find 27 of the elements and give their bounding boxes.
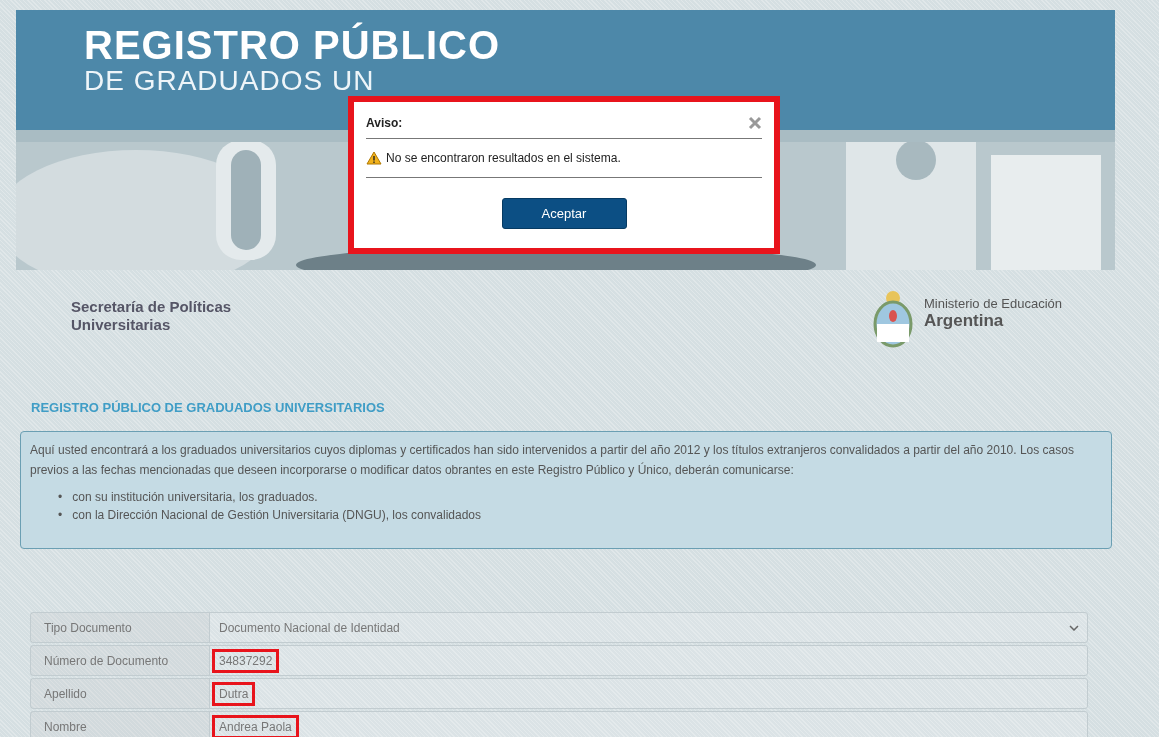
info-bullet: con su institución universitaria, los graduados. [72,489,318,506]
bullet-marker: • [58,507,63,524]
dialog-title: Aviso: [366,116,403,130]
input-field[interactable]: Andrea Paola [212,714,299,737]
input-field[interactable]: Dutra [212,681,256,706]
ministry-name: Ministerio de Educación [923,296,1062,311]
info-paragraph: Aquí usted encontrará a los graduados universitarios cuyos diplomas y certificados han sido intervenidos a partir del año 2012 y los títulos extranjeros convalidados a partir del año 2010. Los casos previos a las fechas mencionadas que deseen incorporarse o modificar datos obrantes en este Registro Público y Único, deberán comunicarse: [30,442,1075,479]
country-name: Argentina [923,311,1005,331]
info-bullet: con la Dirección Nacional de Gestión Universitaria (DNGU), los convalidados [72,507,482,524]
secretariat-name: Universitarias [71,316,172,334]
chevron-down-icon [1069,624,1079,631]
field-label: Número de Documento [31,646,210,675]
field-label: Tipo Documento [31,613,210,642]
bullet-marker: • [58,489,63,506]
secretariat-name: Secretaría de Políticas [71,298,232,316]
coat-of-arms-icon [871,290,914,350]
document-type-select[interactable]: Documento Nacional de Identidad [210,615,1087,640]
input-field[interactable]: 34837292 [212,648,280,673]
accept-button[interactable]: Aceptar [501,198,627,229]
field-label: Apellido [31,679,210,708]
section-heading: REGISTRO PÚBLICO DE GRADUADOS UNIVERSITARIOS [31,400,386,415]
field-label: Nombre [31,712,210,737]
dialog-message: No se encontraron resultados en el sistema. [386,151,621,165]
banner-subtitle: DE GRADUADOS UN [84,66,375,96]
banner-title: REGISTRO PÚBLICO [84,24,501,66]
close-icon[interactable] [748,116,762,130]
warning-icon [366,151,382,165]
